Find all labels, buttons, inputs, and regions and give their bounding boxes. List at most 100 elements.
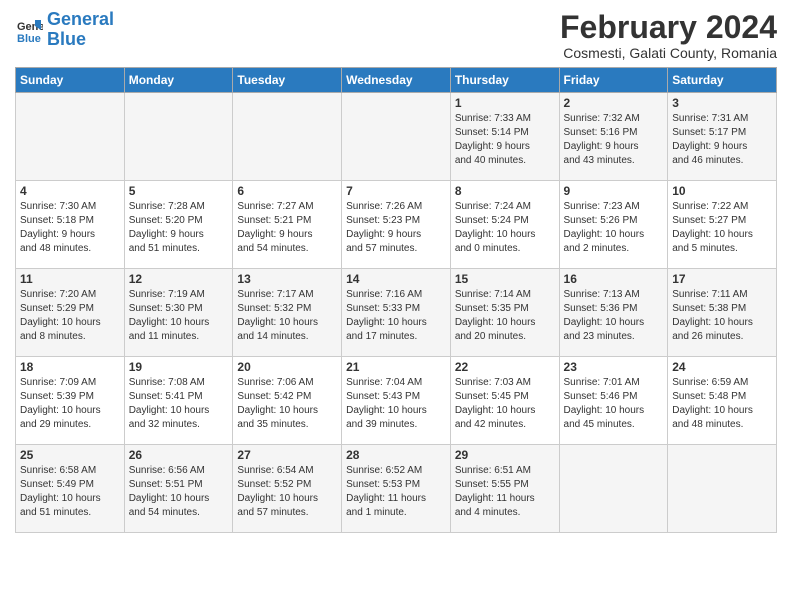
day-number: 8 (455, 184, 555, 198)
calendar-cell: 10 Sunrise: 7:22 AM Sunset: 5:27 PM Dayli… (668, 181, 777, 269)
day-header-thursday: Thursday (450, 68, 559, 93)
day-number: 13 (237, 272, 337, 286)
calendar-cell: 28 Sunrise: 6:52 AM Sunset: 5:53 PM Dayli… (342, 445, 451, 533)
month-title: February 2024 (560, 10, 777, 45)
day-info: Sunrise: 6:52 AM Sunset: 5:53 PM Dayligh… (346, 464, 446, 520)
day-info: Sunrise: 7:16 AM Sunset: 5:33 PM Dayligh… (346, 288, 446, 344)
day-number: 15 (455, 272, 555, 286)
day-info: Sunrise: 7:31 AM Sunset: 5:17 PM Dayligh… (672, 112, 772, 168)
day-number: 23 (564, 360, 664, 374)
day-number: 5 (129, 184, 229, 198)
day-number: 7 (346, 184, 446, 198)
day-info: Sunrise: 7:03 AM Sunset: 5:45 PM Dayligh… (455, 376, 555, 432)
calendar-cell: 5 Sunrise: 7:28 AM Sunset: 5:20 PM Daylig… (124, 181, 233, 269)
day-number: 2 (564, 96, 664, 110)
week-row-0: 1Sunrise: 7:33 AM Sunset: 5:14 PM Daylig… (16, 93, 777, 181)
calendar-cell: 18 Sunrise: 7:09 AM Sunset: 5:39 PM Dayli… (16, 357, 125, 445)
day-info: Sunrise: 7:32 AM Sunset: 5:16 PM Dayligh… (564, 112, 664, 168)
calendar-cell: 8 Sunrise: 7:24 AM Sunset: 5:24 PM Daylig… (450, 181, 559, 269)
day-number: 21 (346, 360, 446, 374)
header: General Blue General Blue February 2024 … (15, 10, 777, 61)
week-row-4: 25 Sunrise: 6:58 AM Sunset: 5:49 PM Dayli… (16, 445, 777, 533)
calendar-cell (342, 93, 451, 181)
header-row: SundayMondayTuesdayWednesdayThursdayFrid… (16, 68, 777, 93)
day-info: Sunrise: 6:56 AM Sunset: 5:51 PM Dayligh… (129, 464, 229, 520)
calendar-cell: 16 Sunrise: 7:13 AM Sunset: 5:36 PM Dayli… (559, 269, 668, 357)
calendar-cell (233, 93, 342, 181)
logo-text: General Blue (47, 10, 114, 50)
title-block: February 2024 Cosmesti, Galati County, R… (560, 10, 777, 61)
day-info: Sunrise: 7:19 AM Sunset: 5:30 PM Dayligh… (129, 288, 229, 344)
day-info: Sunrise: 7:11 AM Sunset: 5:38 PM Dayligh… (672, 288, 772, 344)
calendar-cell: 12 Sunrise: 7:19 AM Sunset: 5:30 PM Dayli… (124, 269, 233, 357)
calendar-cell: 17 Sunrise: 7:11 AM Sunset: 5:38 PM Dayli… (668, 269, 777, 357)
calendar-cell: 19 Sunrise: 7:08 AM Sunset: 5:41 PM Dayli… (124, 357, 233, 445)
day-number: 25 (20, 448, 120, 462)
calendar-cell: 23Sunrise: 7:01 AM Sunset: 5:46 PM Dayli… (559, 357, 668, 445)
day-header-friday: Friday (559, 68, 668, 93)
logo-icon: General Blue (15, 16, 43, 44)
day-info: Sunrise: 7:23 AM Sunset: 5:26 PM Dayligh… (564, 200, 664, 256)
day-info: Sunrise: 7:28 AM Sunset: 5:20 PM Dayligh… (129, 200, 229, 256)
day-number: 4 (20, 184, 120, 198)
calendar-cell (16, 93, 125, 181)
calendar-cell: 9Sunrise: 7:23 AM Sunset: 5:26 PM Daylig… (559, 181, 668, 269)
calendar-cell: 7 Sunrise: 7:26 AM Sunset: 5:23 PM Daylig… (342, 181, 451, 269)
logo-general: General (47, 9, 114, 29)
day-info: Sunrise: 7:20 AM Sunset: 5:29 PM Dayligh… (20, 288, 120, 344)
logo: General Blue General Blue (15, 10, 114, 50)
location-subtitle: Cosmesti, Galati County, Romania (560, 45, 777, 61)
day-info: Sunrise: 6:58 AM Sunset: 5:49 PM Dayligh… (20, 464, 120, 520)
calendar-cell: 29 Sunrise: 6:51 AM Sunset: 5:55 PM Dayli… (450, 445, 559, 533)
calendar-cell: 6 Sunrise: 7:27 AM Sunset: 5:21 PM Daylig… (233, 181, 342, 269)
day-number: 12 (129, 272, 229, 286)
page-container: General Blue General Blue February 2024 … (0, 0, 792, 538)
calendar-cell: 25 Sunrise: 6:58 AM Sunset: 5:49 PM Dayli… (16, 445, 125, 533)
calendar-cell: 2 Sunrise: 7:32 AM Sunset: 5:16 PM Daylig… (559, 93, 668, 181)
svg-text:Blue: Blue (17, 33, 41, 44)
day-number: 19 (129, 360, 229, 374)
calendar-table: SundayMondayTuesdayWednesdayThursdayFrid… (15, 67, 777, 533)
week-row-1: 4Sunrise: 7:30 AM Sunset: 5:18 PM Daylig… (16, 181, 777, 269)
calendar-cell: 26Sunrise: 6:56 AM Sunset: 5:51 PM Dayli… (124, 445, 233, 533)
week-row-3: 18 Sunrise: 7:09 AM Sunset: 5:39 PM Dayli… (16, 357, 777, 445)
day-info: Sunrise: 6:54 AM Sunset: 5:52 PM Dayligh… (237, 464, 337, 520)
day-info: Sunrise: 7:17 AM Sunset: 5:32 PM Dayligh… (237, 288, 337, 344)
day-info: Sunrise: 7:22 AM Sunset: 5:27 PM Dayligh… (672, 200, 772, 256)
day-header-tuesday: Tuesday (233, 68, 342, 93)
day-info: Sunrise: 6:51 AM Sunset: 5:55 PM Dayligh… (455, 464, 555, 520)
day-number: 16 (564, 272, 664, 286)
day-header-sunday: Sunday (16, 68, 125, 93)
day-info: Sunrise: 6:59 AM Sunset: 5:48 PM Dayligh… (672, 376, 772, 432)
day-info: Sunrise: 7:24 AM Sunset: 5:24 PM Dayligh… (455, 200, 555, 256)
day-number: 29 (455, 448, 555, 462)
calendar-cell: 4Sunrise: 7:30 AM Sunset: 5:18 PM Daylig… (16, 181, 125, 269)
day-info: Sunrise: 7:27 AM Sunset: 5:21 PM Dayligh… (237, 200, 337, 256)
day-info: Sunrise: 7:13 AM Sunset: 5:36 PM Dayligh… (564, 288, 664, 344)
calendar-cell: 24 Sunrise: 6:59 AM Sunset: 5:48 PM Dayli… (668, 357, 777, 445)
day-number: 27 (237, 448, 337, 462)
day-info: Sunrise: 7:06 AM Sunset: 5:42 PM Dayligh… (237, 376, 337, 432)
day-number: 3 (672, 96, 772, 110)
calendar-cell: 20Sunrise: 7:06 AM Sunset: 5:42 PM Dayli… (233, 357, 342, 445)
day-header-saturday: Saturday (668, 68, 777, 93)
day-number: 10 (672, 184, 772, 198)
day-number: 18 (20, 360, 120, 374)
day-number: 6 (237, 184, 337, 198)
day-info: Sunrise: 7:04 AM Sunset: 5:43 PM Dayligh… (346, 376, 446, 432)
day-number: 22 (455, 360, 555, 374)
calendar-cell: 3 Sunrise: 7:31 AM Sunset: 5:17 PM Daylig… (668, 93, 777, 181)
day-info: Sunrise: 7:08 AM Sunset: 5:41 PM Dayligh… (129, 376, 229, 432)
calendar-cell (668, 445, 777, 533)
day-info: Sunrise: 7:09 AM Sunset: 5:39 PM Dayligh… (20, 376, 120, 432)
day-number: 11 (20, 272, 120, 286)
day-number: 17 (672, 272, 772, 286)
day-number: 28 (346, 448, 446, 462)
calendar-cell: 27 Sunrise: 6:54 AM Sunset: 5:52 PM Dayli… (233, 445, 342, 533)
logo-blue: Blue (47, 29, 86, 49)
calendar-cell: 21 Sunrise: 7:04 AM Sunset: 5:43 PM Dayli… (342, 357, 451, 445)
day-number: 24 (672, 360, 772, 374)
day-info: Sunrise: 7:26 AM Sunset: 5:23 PM Dayligh… (346, 200, 446, 256)
day-number: 14 (346, 272, 446, 286)
calendar-cell: 22 Sunrise: 7:03 AM Sunset: 5:45 PM Dayli… (450, 357, 559, 445)
